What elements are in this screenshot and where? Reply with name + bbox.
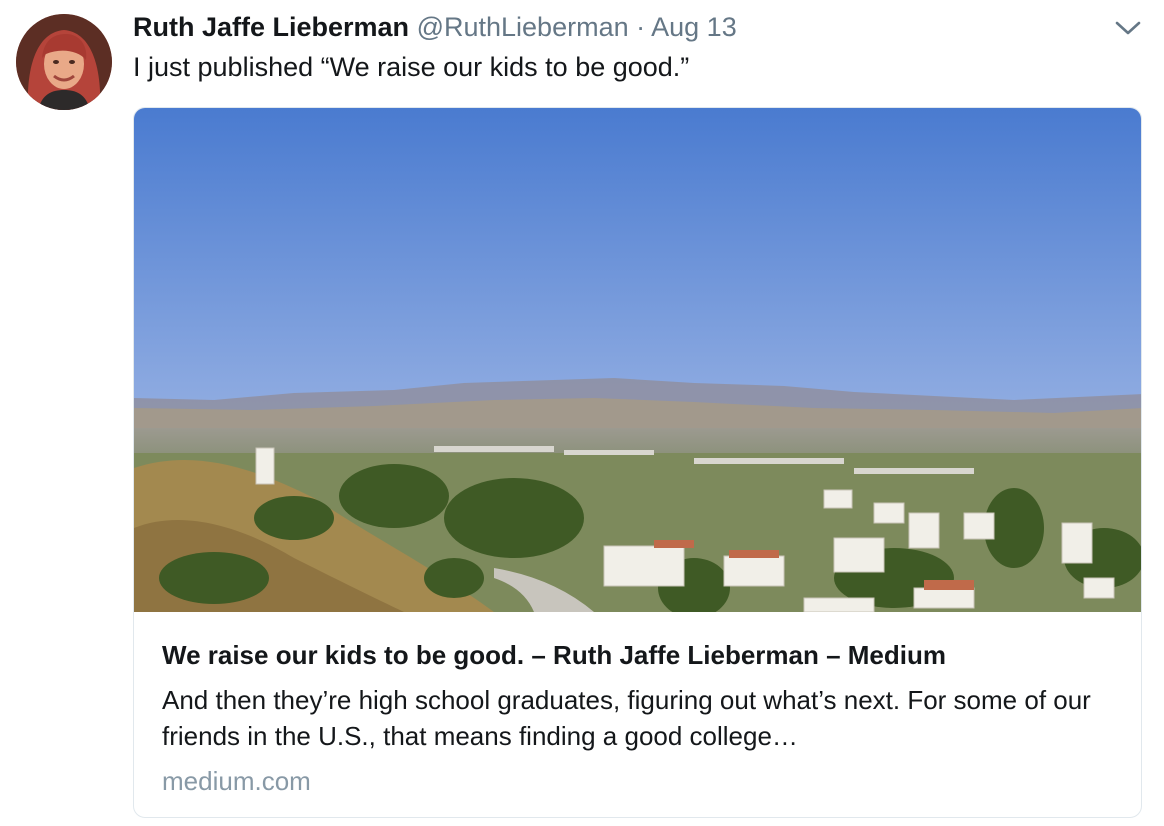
chevron-down-icon[interactable] xyxy=(1114,18,1142,38)
tweet-text: I just published “We raise our kids to b… xyxy=(133,52,690,82)
card-domain: medium.com xyxy=(162,766,311,796)
card-image[interactable] xyxy=(134,108,1141,612)
tweet-date[interactable]: Aug 13 xyxy=(651,12,737,42)
separator-dot: · xyxy=(636,12,646,42)
avatar[interactable] xyxy=(16,14,112,110)
card-description: And then they’re high school graduates, … xyxy=(162,685,1091,751)
author-handle[interactable]: @RuthLieberman xyxy=(417,12,629,42)
tweet-header: Ruth Jaffe Lieberman @RuthLieberman · Au… xyxy=(133,10,737,44)
link-preview-card[interactable]: We raise our kids to be good. – Ruth Jaf… xyxy=(133,107,1142,818)
author-name[interactable]: Ruth Jaffe Lieberman xyxy=(133,12,409,42)
card-title[interactable]: We raise our kids to be good. – Ruth Jaf… xyxy=(162,638,946,672)
